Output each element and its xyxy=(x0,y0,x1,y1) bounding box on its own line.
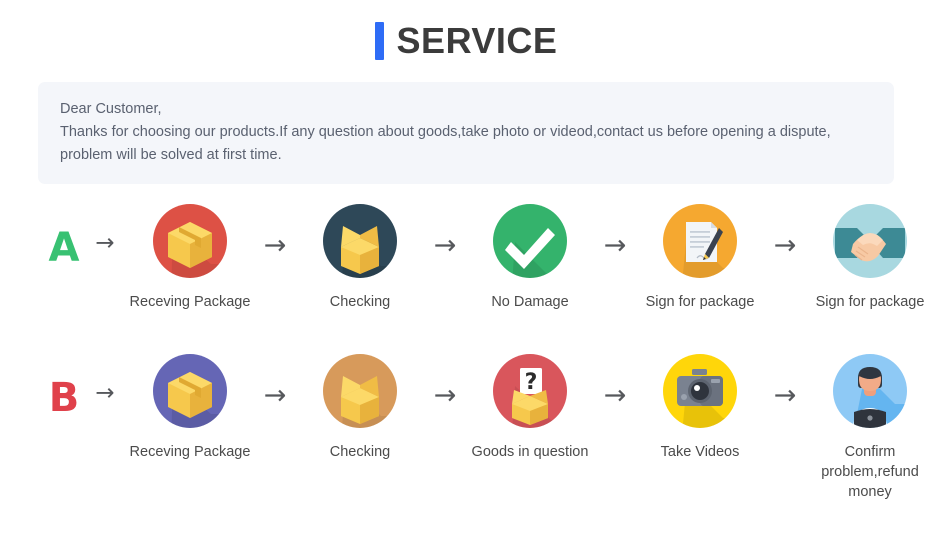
arrow-icon: → xyxy=(433,230,457,261)
arrow-icon: → xyxy=(263,230,287,261)
package-box-icon xyxy=(151,202,229,280)
arrow-icon: → xyxy=(95,230,115,256)
camera-icon xyxy=(661,352,739,430)
step-label: Sign for package xyxy=(815,294,925,310)
notice-line-2: Thanks for choosing our products.If any … xyxy=(60,124,831,140)
step-label: Confirm problem,refund money xyxy=(821,444,923,500)
page-title: SERVICE xyxy=(0,0,932,60)
handshake-icon xyxy=(831,202,909,280)
step-label: Receving Package xyxy=(129,294,251,310)
step-label: Checking xyxy=(329,294,391,310)
document-pen-icon xyxy=(661,202,739,280)
arrow-icon: → xyxy=(603,230,627,261)
arrow-icon: → xyxy=(773,230,797,261)
step-b-3[interactable]: ? Goods in question xyxy=(468,352,592,462)
arrow-icon: → xyxy=(603,380,627,411)
step-a-2[interactable]: Checking xyxy=(298,202,422,312)
notice-line-1: Dear Customer, xyxy=(60,101,162,117)
arrow-icon: → xyxy=(433,380,457,411)
step-b-5[interactable]: Confirm problem,refund money xyxy=(808,352,932,502)
svg-text:?: ? xyxy=(525,370,538,395)
step-label: Checking xyxy=(329,444,391,460)
arrow-icon: → xyxy=(773,380,797,411)
customer-notice: Dear Customer, Thanks for choosing our p… xyxy=(38,82,894,184)
flow-row-a: A → Receving Package → Checking → No Dam… xyxy=(0,202,932,312)
flow-letter-b: B xyxy=(48,375,80,421)
step-a-5[interactable]: Sign for package xyxy=(808,202,932,312)
flow-row-b: B → Receving Package → Checking → ? Good… xyxy=(0,352,932,502)
step-b-1[interactable]: Receving Package xyxy=(128,352,252,462)
step-label: No Damage xyxy=(491,294,569,310)
service-page: SERVICE Dear Customer, Thanks for choosi… xyxy=(0,0,932,550)
step-a-1[interactable]: Receving Package xyxy=(128,202,252,312)
arrow-icon: → xyxy=(95,380,115,406)
step-label: Take Videos xyxy=(660,444,740,460)
arrow-icon: → xyxy=(263,380,287,411)
package-box-icon xyxy=(151,352,229,430)
step-a-4[interactable]: Sign for package xyxy=(638,202,762,312)
notice-line-3: problem will be solved at first time. xyxy=(60,147,282,163)
page-title-text: SERVICE xyxy=(396,20,558,61)
open-box-icon xyxy=(321,202,399,280)
open-box-icon xyxy=(321,352,399,430)
step-label: Receving Package xyxy=(129,444,251,460)
step-b-2[interactable]: Checking xyxy=(298,352,422,462)
step-a-3[interactable]: No Damage xyxy=(468,202,592,312)
step-label: Sign for package xyxy=(645,294,755,310)
support-agent-icon xyxy=(831,352,909,430)
flow-letter-a: A xyxy=(48,225,80,271)
check-mark-icon xyxy=(491,202,569,280)
question-box-icon: ? xyxy=(491,352,569,430)
step-b-4[interactable]: Take Videos xyxy=(638,352,762,462)
title-accent-bar xyxy=(374,22,384,60)
flow-container: A → Receving Package → Checking → No Dam… xyxy=(0,202,932,502)
step-label: Goods in question xyxy=(471,444,589,460)
